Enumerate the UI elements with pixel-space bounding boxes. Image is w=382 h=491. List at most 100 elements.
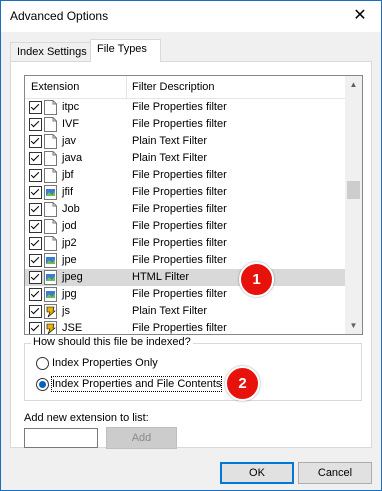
vertical-scrollbar[interactable]: ▲ ▼ [345, 76, 362, 334]
file-icon [44, 100, 57, 115]
image-file-icon [44, 185, 57, 200]
row-extension: jbf [62, 169, 74, 181]
row-filter-description: File Properties filter [132, 118, 227, 130]
advanced-options-dialog: Advanced Options ✕ Index Settings File T… [0, 0, 382, 491]
row-extension: jpg [62, 288, 77, 300]
file-icon [44, 134, 57, 149]
row-checkbox[interactable] [29, 220, 42, 233]
row-extension: jp2 [62, 237, 77, 249]
list-row[interactable]: jp2 File Properties filter [25, 235, 345, 252]
list-row[interactable]: jpeg HTML Filter [25, 269, 345, 286]
row-checkbox[interactable] [29, 322, 42, 334]
row-extension: jav [62, 135, 77, 147]
row-filter-description: File Properties filter [132, 237, 227, 249]
row-checkbox[interactable] [29, 305, 42, 318]
file-icon [44, 117, 57, 132]
column-extension[interactable]: Extension [25, 76, 79, 98]
row-filter-description: Plain Text Filter [132, 152, 207, 164]
row-extension: jpeg [62, 271, 83, 283]
file-types-list[interactable]: Extension Filter Description itpc File Pr… [24, 75, 363, 335]
list-row[interactable]: jfif File Properties filter [25, 184, 345, 201]
radio-label[interactable]: Index Properties and File Contents [50, 376, 223, 392]
list-row[interactable]: jpg File Properties filter [25, 286, 345, 303]
row-filter-description: File Properties filter [132, 101, 227, 113]
row-checkbox[interactable] [29, 203, 42, 216]
list-row[interactable]: jpe File Properties filter [25, 252, 345, 269]
window-title: Advanced Options [10, 9, 109, 23]
file-icon [44, 151, 57, 166]
index-method-label: How should this file be indexed? [31, 336, 193, 348]
row-extension: jpe [62, 254, 77, 266]
tab-index-settings[interactable]: Index Settings [10, 42, 96, 62]
script-file-icon [44, 304, 57, 319]
row-extension: Job [62, 203, 80, 215]
row-filter-description: File Properties filter [132, 322, 227, 334]
row-checkbox[interactable] [29, 101, 42, 114]
list-header: Extension Filter Description [25, 76, 345, 99]
row-filter-description: File Properties filter [132, 288, 227, 300]
row-extension: itpc [62, 101, 80, 113]
image-file-icon [44, 270, 57, 285]
row-filter-description: Plain Text Filter [132, 135, 207, 147]
row-extension: java [62, 152, 83, 164]
image-file-icon [44, 253, 57, 268]
radio-button[interactable] [36, 357, 49, 370]
row-filter-description: File Properties filter [132, 203, 227, 215]
file-icon [44, 236, 57, 251]
row-extension: jfif [62, 186, 73, 198]
annotation-badge-1: 1 [239, 262, 274, 297]
row-checkbox[interactable] [29, 271, 42, 284]
row-checkbox[interactable] [29, 169, 42, 182]
scroll-down-icon[interactable]: ▼ [345, 317, 362, 334]
list-row[interactable]: Job File Properties filter [25, 201, 345, 218]
scroll-up-icon[interactable]: ▲ [345, 76, 362, 93]
row-checkbox[interactable] [29, 237, 42, 250]
row-extension: JSE [62, 322, 83, 334]
list-row[interactable]: js Plain Text Filter [25, 303, 345, 320]
tab-file-types[interactable]: File Types [90, 39, 161, 62]
list-row[interactable]: IVF File Properties filter [25, 116, 345, 133]
list-row[interactable]: jav Plain Text Filter [25, 133, 345, 150]
close-icon[interactable]: ✕ [351, 7, 369, 25]
radio-label[interactable]: Index Properties Only [52, 356, 158, 370]
tab-strip: Index Settings File Types [10, 39, 370, 62]
list-row[interactable]: jod File Properties filter [25, 218, 345, 235]
cancel-button[interactable]: Cancel [298, 462, 372, 484]
index-method-group: How should this file be indexed? Index P… [24, 336, 362, 401]
row-checkbox[interactable] [29, 288, 42, 301]
row-filter-description: Plain Text Filter [132, 305, 207, 317]
list-row[interactable]: itpc File Properties filter [25, 99, 345, 116]
script-file-icon [44, 321, 57, 334]
row-checkbox[interactable] [29, 186, 42, 199]
ok-button[interactable]: OK [220, 462, 294, 484]
row-checkbox[interactable] [29, 118, 42, 131]
row-checkbox[interactable] [29, 152, 42, 165]
scroll-thumb[interactable] [347, 181, 360, 199]
add-extension-label: Add new extension to list: [24, 412, 149, 424]
row-extension: IVF [62, 118, 80, 130]
annotation-badge-2: 2 [225, 366, 260, 401]
file-icon [44, 219, 57, 234]
add-extension-input[interactable] [24, 428, 98, 448]
title-bar: Advanced Options ✕ [1, 1, 381, 32]
row-extension: jod [62, 220, 77, 232]
file-types-panel: Extension Filter Description itpc File Pr… [10, 61, 372, 449]
image-file-icon [44, 287, 57, 302]
add-button[interactable]: Add [106, 427, 177, 449]
row-filter-description: File Properties filter [132, 254, 227, 266]
list-row[interactable]: jbf File Properties filter [25, 167, 345, 184]
row-checkbox[interactable] [29, 135, 42, 148]
row-extension: js [62, 305, 70, 317]
row-filter-description: File Properties filter [132, 186, 227, 198]
list-row[interactable]: JSE File Properties filter [25, 320, 345, 334]
row-filter-description: File Properties filter [132, 169, 227, 181]
list-rows: itpc File Properties filter IVF File Proper… [25, 99, 345, 334]
row-filter-description: HTML Filter [132, 271, 190, 283]
column-filter-description[interactable]: Filter Description [126, 76, 215, 98]
file-icon [44, 202, 57, 217]
row-filter-description: File Properties filter [132, 220, 227, 232]
list-row[interactable]: java Plain Text Filter [25, 150, 345, 167]
file-icon [44, 168, 57, 183]
row-checkbox[interactable] [29, 254, 42, 267]
radio-button-selected[interactable] [36, 378, 49, 391]
